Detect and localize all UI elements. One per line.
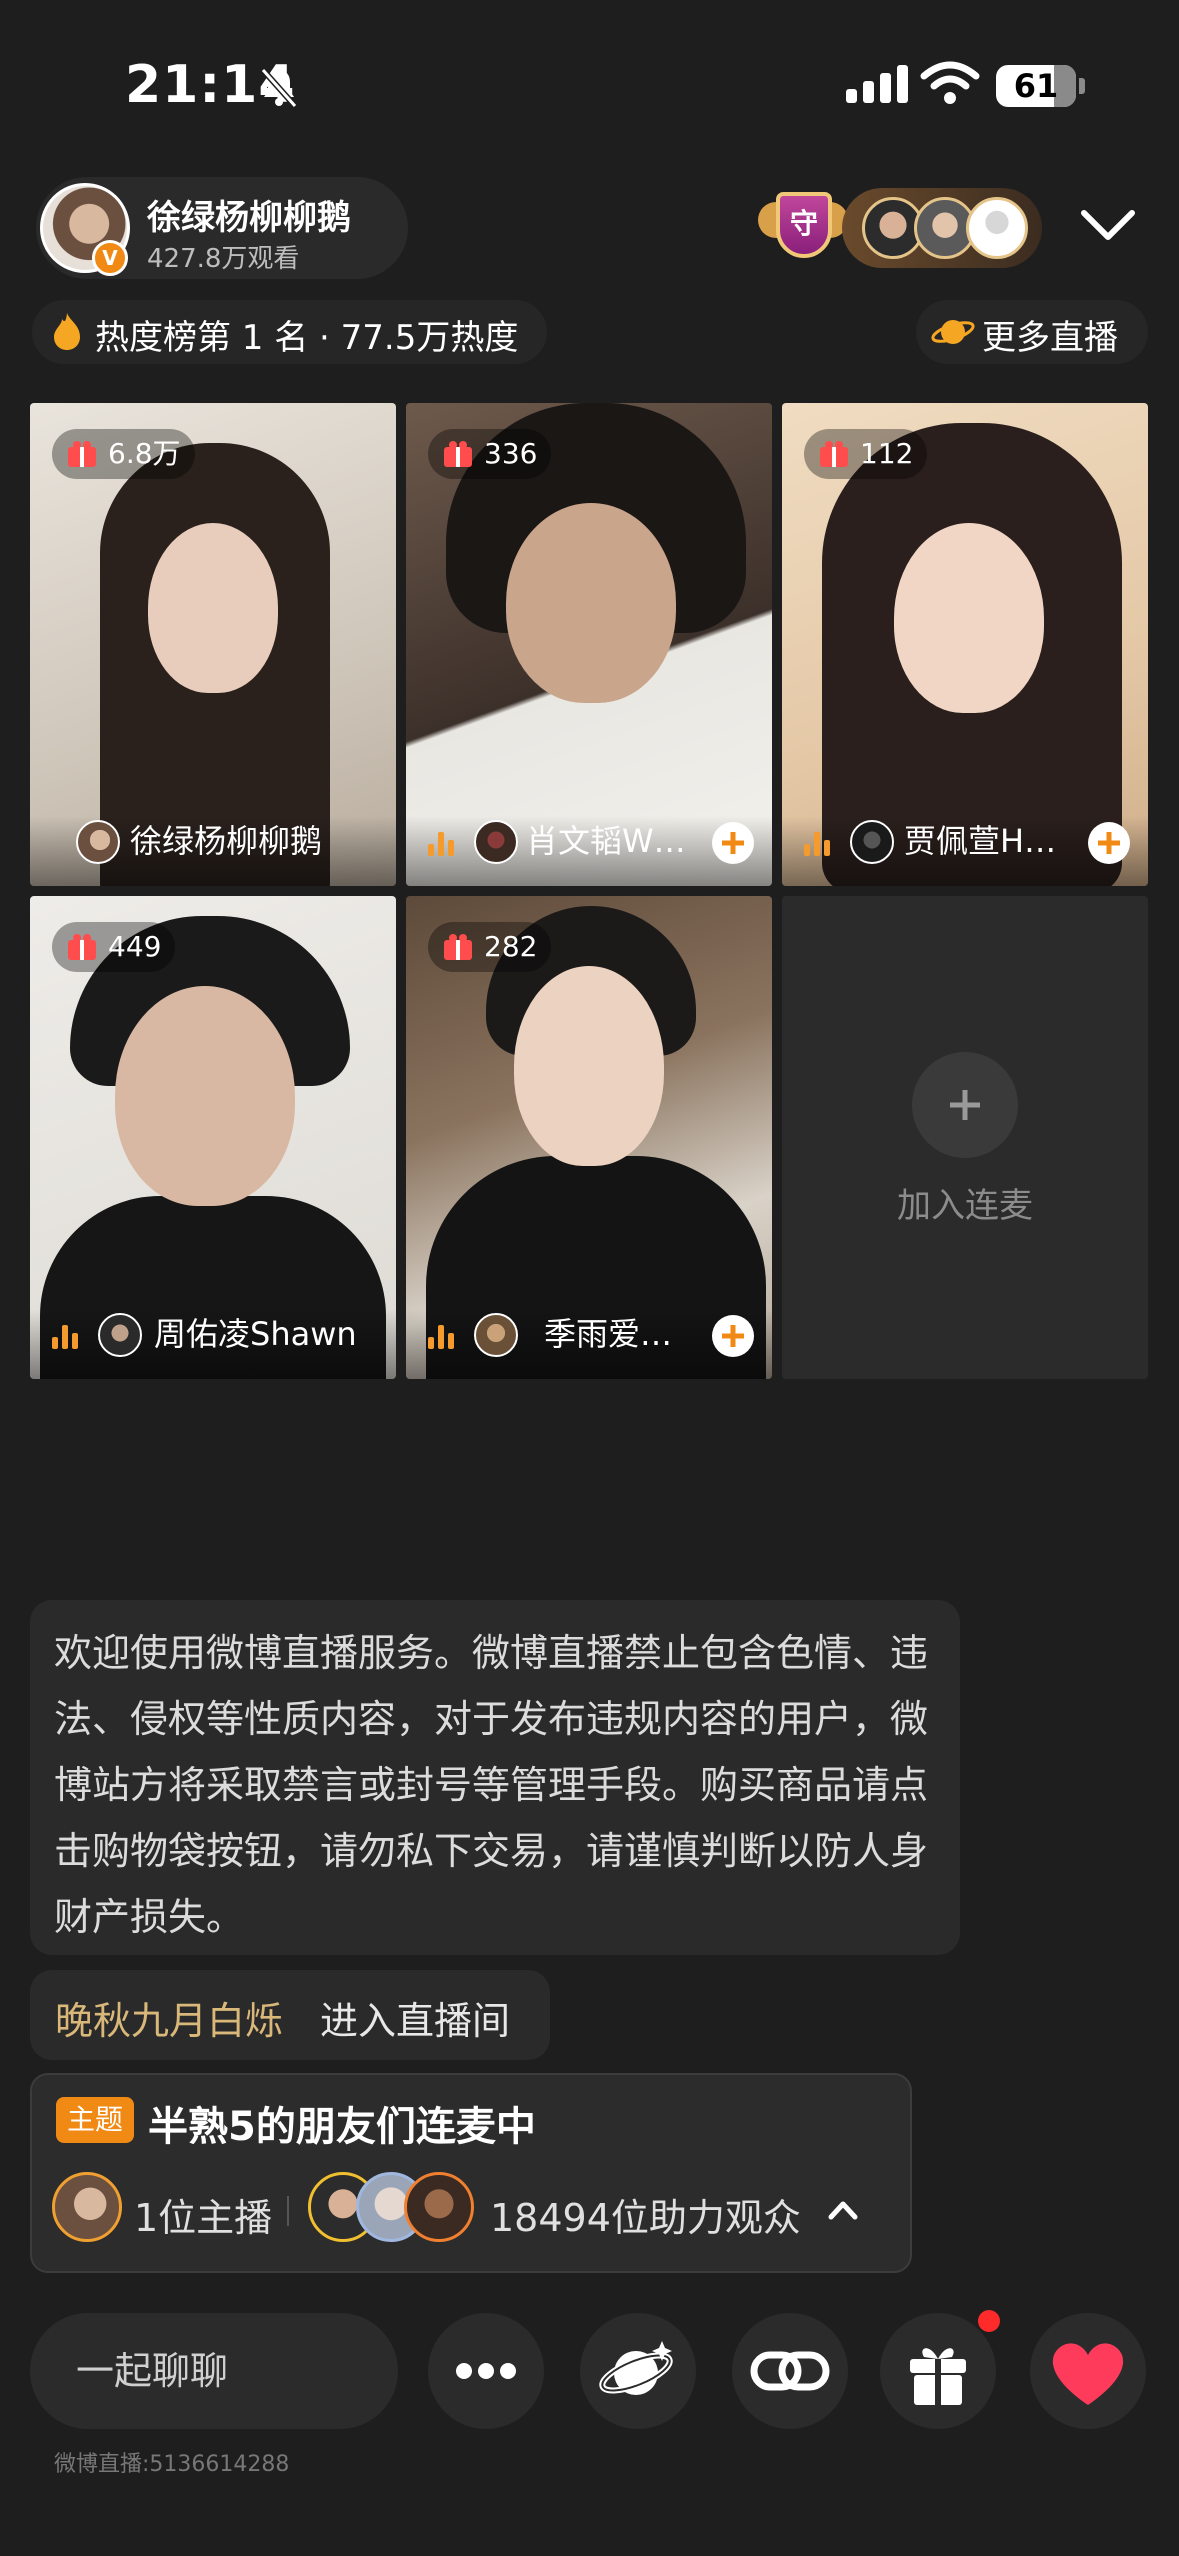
wifi-icon — [920, 61, 980, 104]
plus-icon[interactable] — [912, 1052, 1018, 1158]
video-cell[interactable]: 6.8万 徐绿杨柳柳鹅 — [30, 403, 396, 886]
more-dots-icon — [456, 2363, 516, 2379]
participant-face — [148, 523, 278, 693]
topic-audience-count[interactable]: 18494位助力观众 — [490, 2187, 801, 2242]
host-view-count: 427.8万观看 — [147, 244, 300, 274]
participant-face — [506, 503, 676, 703]
participant-avatar[interactable] — [474, 1313, 518, 1357]
gift-icon — [68, 441, 96, 467]
divider — [287, 2196, 289, 2226]
battery-indicator: 61 — [996, 65, 1076, 107]
gift-icon — [910, 2348, 966, 2405]
participant-face — [894, 523, 1044, 713]
system-notice: 欢迎使用微博直播服务。微博直播禁止包含色情、违法、侵权等性质内容，对于发布违规内… — [30, 1600, 960, 1955]
participant-name[interactable]: 贾佩萱H… — [904, 816, 1056, 862]
audio-level-icon — [804, 830, 832, 856]
gift-count-badge: 6.8万 — [52, 429, 195, 479]
notification-dot — [978, 2310, 1000, 2332]
gift-icon — [444, 934, 472, 960]
cellular-signal-icon — [846, 65, 914, 103]
gift-button[interactable] — [880, 2313, 996, 2429]
battery-tip — [1079, 78, 1085, 94]
topic-tag: 主题 — [56, 2097, 134, 2143]
participant-face — [115, 986, 295, 1206]
follow-button[interactable] — [1088, 822, 1130, 864]
topic-host-avatar[interactable] — [52, 2172, 122, 2242]
video-cell[interactable]: 282 季雨爱… — [406, 896, 772, 1379]
follow-button[interactable] — [712, 822, 754, 864]
link-mic-button[interactable] — [732, 2313, 848, 2429]
host-name[interactable]: 徐绿杨柳柳鹅 — [147, 190, 351, 239]
gift-icon — [820, 441, 848, 467]
enter-message-text: 进入直播间 — [320, 1999, 511, 2043]
video-cell[interactable]: 449 周佑凌Shawn — [30, 896, 396, 1379]
gift-count-badge: 336 — [428, 429, 552, 479]
verified-badge-icon: V — [92, 240, 128, 276]
planet-icon — [931, 320, 975, 344]
participant-avatar[interactable] — [474, 820, 518, 864]
participant-name[interactable]: 肖文韬W… — [526, 816, 686, 862]
audio-level-icon — [428, 1323, 456, 1349]
gift-count-badge: 449 — [52, 922, 176, 972]
gift-icon — [444, 441, 472, 467]
topic-host-count[interactable]: 1位主播 — [134, 2187, 272, 2242]
link-icon — [750, 2351, 830, 2391]
gift-count: 336 — [484, 437, 538, 470]
audience-avatar — [404, 2172, 474, 2242]
participant-name[interactable]: 徐绿杨柳柳鹅 — [130, 816, 322, 862]
follow-button[interactable] — [712, 1315, 754, 1357]
more-live-label[interactable]: 更多直播 — [982, 310, 1118, 359]
participant-avatar[interactable] — [98, 1313, 142, 1357]
bell-muted-icon — [260, 68, 298, 108]
chevron-down-icon[interactable] — [1078, 205, 1138, 245]
gift-count-badge: 112 — [804, 429, 928, 479]
guard-badge[interactable]: 守 — [758, 188, 848, 268]
participant-avatar[interactable] — [850, 820, 894, 864]
top-viewer-avatar — [966, 197, 1028, 259]
gift-count: 112 — [860, 437, 914, 470]
gift-count-badge: 282 — [428, 922, 552, 972]
gift-count: 449 — [108, 930, 162, 963]
participant-avatar[interactable] — [76, 820, 120, 864]
join-mic-cell[interactable]: 加入连麦 — [782, 896, 1148, 1379]
gift-count: 282 — [484, 930, 538, 963]
chevron-up-icon[interactable] — [823, 2190, 863, 2230]
hot-rank-text[interactable]: 热度榜第 1 名 · 77.5万热度 — [95, 310, 518, 359]
like-button[interactable] — [1030, 2313, 1146, 2429]
weibo-planet-icon — [599, 2341, 673, 2395]
heart-icon — [1052, 2343, 1124, 2405]
more-button[interactable] — [428, 2313, 544, 2429]
guard-shield-icon: 守 — [776, 192, 832, 258]
gift-icon — [68, 934, 96, 960]
participant-name[interactable]: 周佑凌Shawn — [154, 1309, 357, 1355]
audio-level-icon — [428, 830, 456, 856]
video-cell[interactable]: 112 贾佩萱H… — [782, 403, 1148, 886]
gift-count: 6.8万 — [108, 437, 181, 470]
join-mic-label[interactable]: 加入连麦 — [782, 1178, 1148, 1227]
battery-level: 61 — [1013, 67, 1059, 105]
topic-title[interactable]: 半熟5的朋友们连麦中 — [148, 2094, 536, 2152]
video-cell[interactable]: 336 肖文韬W… — [406, 403, 772, 886]
participant-face — [514, 966, 664, 1166]
flame-icon — [54, 313, 80, 350]
live-room-id: 微博直播:5136614288 — [54, 2452, 290, 2477]
audio-level-icon — [52, 1323, 80, 1349]
top-viewers-list[interactable] — [842, 188, 1042, 268]
weibo-share-button[interactable] — [580, 2313, 696, 2429]
chat-input[interactable]: 一起聊聊 — [30, 2313, 398, 2429]
enter-message-user[interactable]: 晚秋九月白烁 — [55, 1990, 283, 2045]
participant-name[interactable]: 季雨爱… — [544, 1309, 672, 1355]
